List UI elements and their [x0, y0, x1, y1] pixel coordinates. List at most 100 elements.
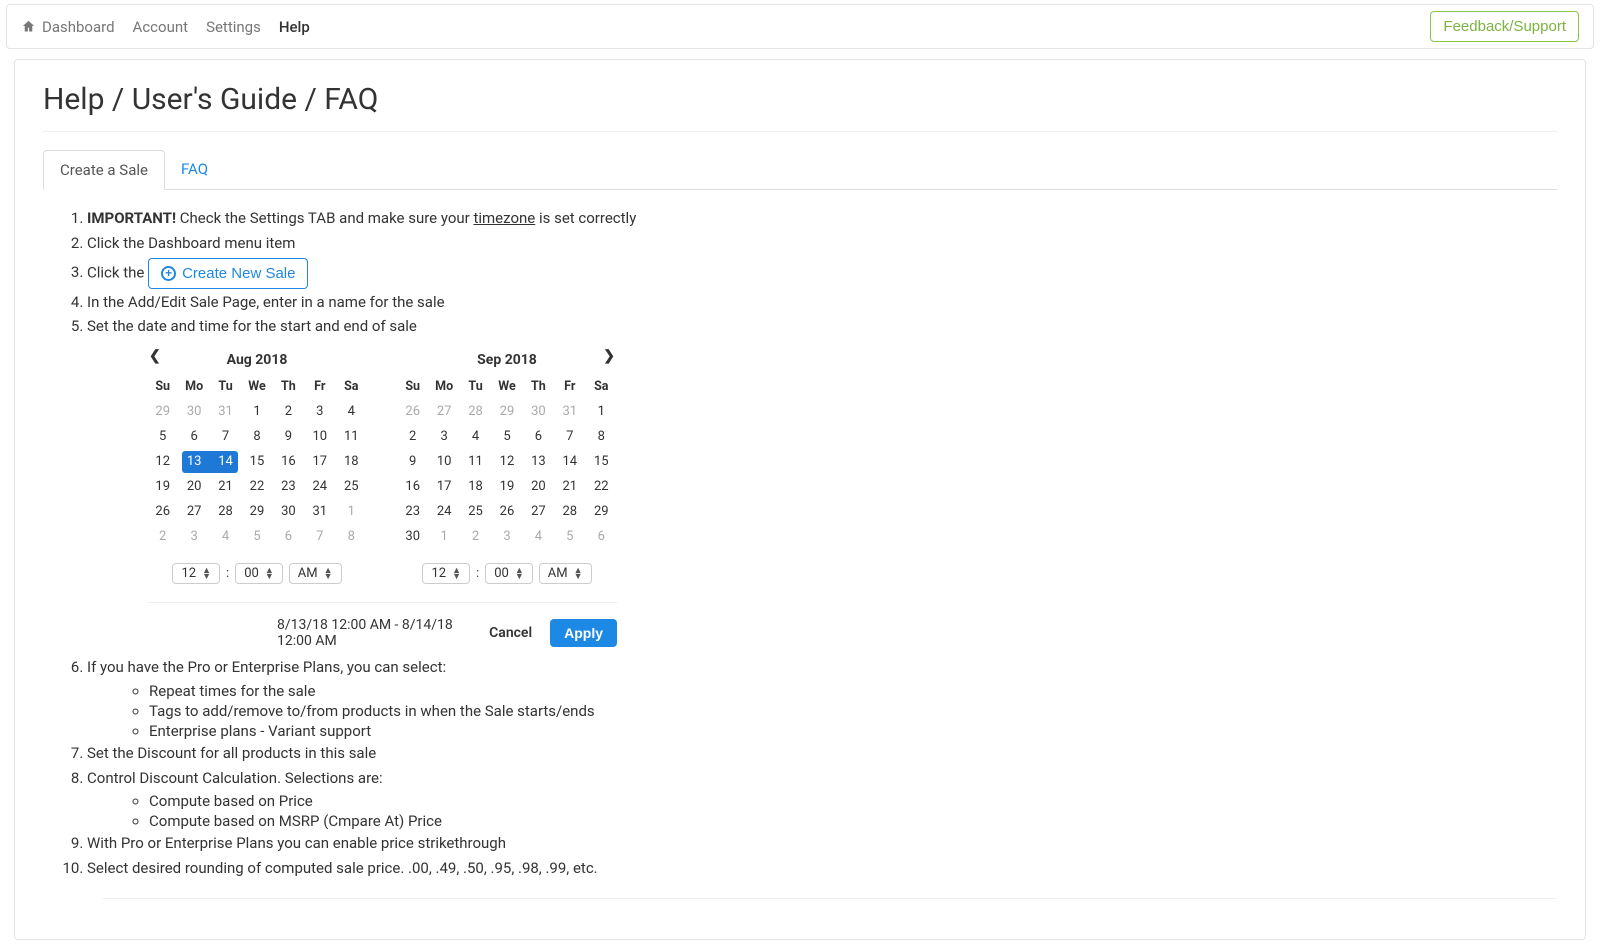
- calendar-day[interactable]: 7: [304, 524, 335, 549]
- calendar-day[interactable]: 11: [336, 424, 367, 449]
- calendar-day[interactable]: 27: [178, 499, 209, 524]
- calendar-day[interactable]: 5: [147, 424, 178, 449]
- calendar-day[interactable]: 8: [336, 524, 367, 549]
- calendar-day[interactable]: 26: [147, 499, 178, 524]
- calendar-day[interactable]: 6: [273, 524, 304, 549]
- minute-spinner-start[interactable]: 00▲▼: [235, 563, 283, 584]
- calendar-day[interactable]: 10: [304, 424, 335, 449]
- calendar-day[interactable]: 28: [460, 399, 491, 424]
- calendar-day[interactable]: 12: [147, 449, 178, 474]
- calendar-day[interactable]: 31: [304, 499, 335, 524]
- calendar-day[interactable]: 1: [241, 399, 272, 424]
- calendar-day[interactable]: 23: [273, 474, 304, 499]
- calendar-day[interactable]: 29: [586, 499, 617, 524]
- calendar-day[interactable]: 18: [336, 449, 367, 474]
- calendar-day[interactable]: 30: [178, 399, 209, 424]
- calendar-day[interactable]: 18: [460, 474, 491, 499]
- calendar-day[interactable]: 10: [428, 449, 459, 474]
- calendar-day[interactable]: 16: [273, 449, 304, 474]
- calendar-day[interactable]: 3: [428, 424, 459, 449]
- tab-faq[interactable]: FAQ: [165, 150, 224, 189]
- calendar-day[interactable]: 31: [210, 399, 241, 424]
- calendar-day[interactable]: 5: [491, 424, 522, 449]
- calendar-day[interactable]: 4: [523, 524, 554, 549]
- calendar-day[interactable]: 23: [397, 499, 428, 524]
- calendar-day[interactable]: 21: [554, 474, 585, 499]
- calendar-day[interactable]: 20: [178, 474, 209, 499]
- calendar-day[interactable]: 7: [554, 424, 585, 449]
- create-new-sale-button[interactable]: + Create New Sale: [148, 258, 308, 289]
- calendar-day[interactable]: 1: [428, 524, 459, 549]
- calendar-day[interactable]: 19: [491, 474, 522, 499]
- calendar-day[interactable]: 24: [428, 499, 459, 524]
- calendar-day[interactable]: 3: [178, 524, 209, 549]
- calendar-day[interactable]: 15: [586, 449, 617, 474]
- nav-settings[interactable]: Settings: [206, 18, 261, 36]
- calendar-day[interactable]: 13: [178, 449, 209, 474]
- tab-create-a-sale[interactable]: Create a Sale: [43, 150, 165, 190]
- calendar-day[interactable]: 26: [397, 399, 428, 424]
- feedback-support-button[interactable]: Feedback/Support: [1430, 11, 1579, 42]
- calendar-day[interactable]: 2: [460, 524, 491, 549]
- calendar-day[interactable]: 29: [147, 399, 178, 424]
- calendar-day[interactable]: 30: [397, 524, 428, 549]
- calendar-day[interactable]: 3: [491, 524, 522, 549]
- calendar-day[interactable]: 28: [210, 499, 241, 524]
- calendar-day[interactable]: 1: [586, 399, 617, 424]
- calendar-day[interactable]: 29: [491, 399, 522, 424]
- nav-account[interactable]: Account: [133, 18, 189, 36]
- calendar-day[interactable]: 20: [523, 474, 554, 499]
- calendar-day[interactable]: 2: [273, 399, 304, 424]
- calendar-day[interactable]: 29: [241, 499, 272, 524]
- calendar-day[interactable]: 31: [554, 399, 585, 424]
- calendar-day[interactable]: 7: [210, 424, 241, 449]
- calendar-day[interactable]: 22: [241, 474, 272, 499]
- calendar-day[interactable]: 6: [586, 524, 617, 549]
- calendar-day[interactable]: 4: [460, 424, 491, 449]
- calendar-day[interactable]: 28: [554, 499, 585, 524]
- calendar-day[interactable]: 27: [523, 499, 554, 524]
- chevron-left-icon[interactable]: ❮: [149, 348, 161, 364]
- ampm-spinner-end[interactable]: AM▲▼: [539, 563, 592, 584]
- calendar-day[interactable]: 14: [210, 449, 241, 474]
- calendar-day[interactable]: 5: [554, 524, 585, 549]
- calendar-day[interactable]: 5: [241, 524, 272, 549]
- calendar-day[interactable]: 27: [428, 399, 459, 424]
- calendar-day[interactable]: 17: [428, 474, 459, 499]
- calendar-day[interactable]: 2: [397, 424, 428, 449]
- calendar-day[interactable]: 1: [336, 499, 367, 524]
- calendar-day[interactable]: 30: [523, 399, 554, 424]
- calendar-day[interactable]: 30: [273, 499, 304, 524]
- hour-spinner-start[interactable]: 12▲▼: [172, 563, 220, 584]
- calendar-day[interactable]: 6: [523, 424, 554, 449]
- hour-spinner-end[interactable]: 12▲▼: [422, 563, 470, 584]
- calendar-day[interactable]: 11: [460, 449, 491, 474]
- calendar-day[interactable]: 26: [491, 499, 522, 524]
- calendar-day[interactable]: 4: [336, 399, 367, 424]
- calendar-day[interactable]: 15: [241, 449, 272, 474]
- chevron-right-icon[interactable]: ❯: [603, 348, 615, 364]
- calendar-day[interactable]: 3: [304, 399, 335, 424]
- calendar-day[interactable]: 9: [397, 449, 428, 474]
- cancel-button[interactable]: Cancel: [489, 625, 532, 641]
- nav-help[interactable]: Help: [279, 18, 310, 36]
- calendar-day[interactable]: 6: [178, 424, 209, 449]
- calendar-day[interactable]: 13: [523, 449, 554, 474]
- calendar-day[interactable]: 19: [147, 474, 178, 499]
- calendar-day[interactable]: 8: [586, 424, 617, 449]
- calendar-day[interactable]: 12: [491, 449, 522, 474]
- calendar-day[interactable]: 14: [554, 449, 585, 474]
- calendar-day[interactable]: 16: [397, 474, 428, 499]
- nav-dashboard[interactable]: Dashboard: [21, 18, 115, 36]
- calendar-day[interactable]: 17: [304, 449, 335, 474]
- calendar-day[interactable]: 25: [460, 499, 491, 524]
- calendar-day[interactable]: 25: [336, 474, 367, 499]
- minute-spinner-end[interactable]: 00▲▼: [485, 563, 533, 584]
- calendar-day[interactable]: 9: [273, 424, 304, 449]
- calendar-day[interactable]: 4: [210, 524, 241, 549]
- calendar-day[interactable]: 8: [241, 424, 272, 449]
- apply-button[interactable]: Apply: [550, 619, 617, 647]
- calendar-day[interactable]: 22: [586, 474, 617, 499]
- calendar-day[interactable]: 2: [147, 524, 178, 549]
- calendar-day[interactable]: 24: [304, 474, 335, 499]
